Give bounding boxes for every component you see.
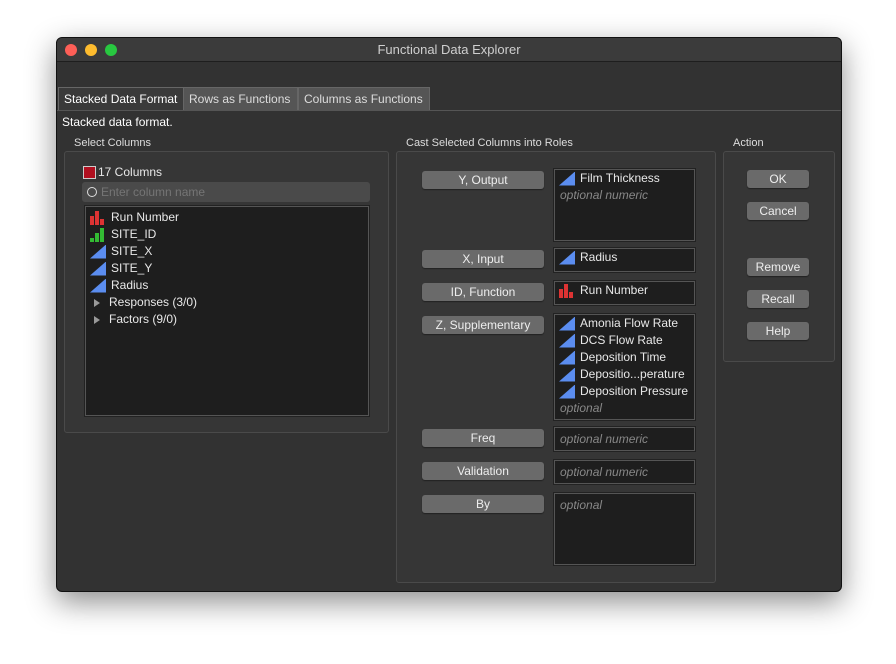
tab-rows-as-functions[interactable]: Rows as Functions (183, 87, 298, 110)
freq-list[interactable]: optional numeric (553, 426, 696, 452)
id-function-list[interactable]: Run Number (553, 280, 696, 306)
y-output-list[interactable]: Film Thickness optional numeric (553, 168, 696, 242)
ok-button[interactable]: OK (747, 170, 809, 188)
list-item[interactable]: SITE_Y (86, 260, 368, 277)
item-label: SITE_Y (111, 261, 153, 275)
list-item[interactable]: SITE_ID (86, 226, 368, 243)
continuous-icon (90, 278, 106, 293)
tab-columns-as-functions[interactable]: Columns as Functions (298, 87, 430, 110)
list-item[interactable]: SITE_X (86, 243, 368, 260)
item-label: SITE_X (111, 244, 153, 258)
expand-icon (94, 298, 100, 307)
nominal-icon (559, 283, 575, 298)
role-item[interactable]: Amonia Flow Rate (580, 315, 678, 332)
x-input-button[interactable]: X, Input (422, 250, 544, 268)
role-item[interactable]: Depositio...perature (580, 366, 685, 383)
hint: optional (560, 401, 603, 415)
continuous-icon (559, 171, 575, 186)
continuous-icon (559, 333, 575, 348)
item-label: SITE_ID (111, 227, 157, 241)
group-label: Factors (9/0) (109, 312, 178, 326)
continuous-icon (90, 261, 106, 276)
continuous-icon (559, 250, 575, 265)
columns-count: 17 Columns (98, 165, 163, 179)
z-supplementary-button[interactable]: Z, Supplementary (422, 316, 544, 334)
hint: optional numeric (560, 465, 649, 479)
column-list[interactable]: Run Number SITE_ID SITE_X SITE_Y Radius … (84, 205, 370, 417)
role-item[interactable]: DCS Flow Rate (580, 332, 663, 349)
item-label: Run Number (111, 210, 180, 224)
role-item[interactable]: Film Thickness (580, 170, 660, 187)
title-bar: Functional Data Explorer (57, 38, 841, 62)
by-button[interactable]: By (422, 495, 544, 513)
list-item[interactable]: Run Number (86, 209, 368, 226)
cast-roles-label: Cast Selected Columns into Roles (406, 137, 573, 149)
cancel-button[interactable]: Cancel (747, 202, 809, 220)
action-label: Action (733, 137, 764, 149)
role-item[interactable]: Radius (580, 249, 617, 266)
freq-button[interactable]: Freq (422, 429, 544, 447)
action-panel: OK Cancel Remove Recall Help (723, 151, 835, 362)
expand-icon (94, 315, 100, 324)
role-item[interactable]: Run Number (580, 282, 648, 299)
close-button[interactable] (65, 44, 77, 56)
ordinal-icon (90, 227, 106, 242)
remove-button[interactable]: Remove (747, 258, 809, 276)
columns-count-toggle[interactable]: 17 Columns (83, 165, 162, 179)
id-function-button[interactable]: ID, Function (422, 283, 544, 301)
recall-button[interactable]: Recall (747, 290, 809, 308)
minimize-button[interactable] (85, 44, 97, 56)
y-output-button[interactable]: Y, Output (422, 171, 544, 189)
select-columns-label: Select Columns (74, 137, 152, 149)
help-button[interactable]: Help (747, 322, 809, 340)
list-item[interactable]: Radius (86, 277, 368, 294)
zoom-button[interactable] (105, 44, 117, 56)
select-columns-panel: 17 Columns Run Number SITE_ID SITE_X SIT… (64, 151, 389, 433)
tab-stacked-data-format[interactable]: Stacked Data Format (58, 87, 187, 110)
by-list[interactable]: optional (553, 492, 696, 566)
hint: optional numeric (560, 432, 649, 446)
continuous-icon (559, 384, 575, 399)
roles-panel: Y, Output Film Thickness optional numeri… (396, 151, 716, 583)
hint: optional (560, 498, 603, 512)
role-item[interactable]: Deposition Time (580, 349, 666, 366)
column-search-field[interactable] (82, 182, 370, 202)
window-title: Functional Data Explorer (377, 42, 521, 57)
hint: optional numeric (560, 188, 649, 202)
continuous-icon (559, 367, 575, 382)
continuous-icon (559, 316, 575, 331)
group-label: Responses (3/0) (109, 295, 198, 309)
column-search-input[interactable] (99, 184, 353, 200)
group-responses[interactable]: Responses (3/0) (86, 294, 368, 311)
disclosure-icon (83, 165, 96, 179)
continuous-icon (90, 244, 106, 259)
search-icon (87, 187, 97, 197)
role-item[interactable]: Deposition Pressure (580, 383, 688, 400)
dialog-window: Functional Data Explorer Stacked Data Fo… (56, 37, 842, 592)
format-description: Stacked data format. (62, 115, 173, 129)
validation-button[interactable]: Validation (422, 462, 544, 480)
group-factors[interactable]: Factors (9/0) (86, 311, 368, 328)
continuous-icon (559, 350, 575, 365)
validation-list[interactable]: optional numeric (553, 459, 696, 485)
item-label: Radius (111, 278, 149, 292)
nominal-icon (90, 210, 106, 225)
x-input-list[interactable]: Radius (553, 247, 696, 273)
z-supplementary-list[interactable]: Amonia Flow Rate DCS Flow Rate Depositio… (553, 313, 696, 421)
